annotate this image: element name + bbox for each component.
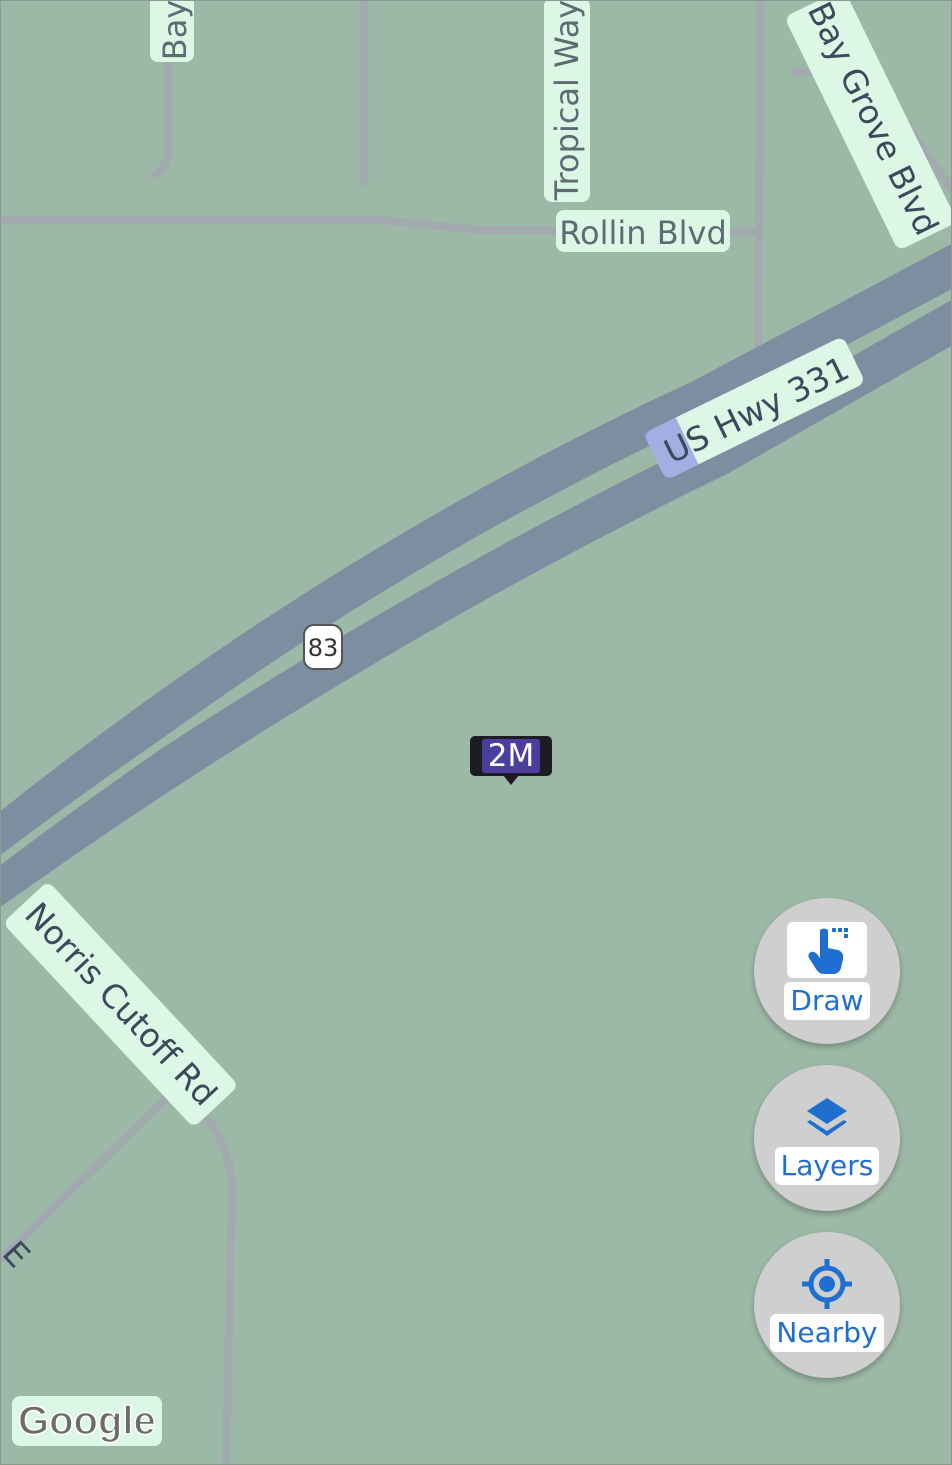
listing-marker[interactable]: 2M [470, 736, 552, 785]
layers-button-label: Layers [774, 1147, 880, 1185]
svg-text:E: E [0, 1233, 38, 1275]
google-logo: Google [12, 1396, 162, 1446]
street-label-edge: E [0, 1233, 38, 1275]
layers-icon [787, 1091, 867, 1143]
road-lower-vertical [186, 1096, 237, 1465]
draw-button[interactable]: Draw [754, 898, 900, 1044]
map-canvas[interactable]: Bay Tropical Way Bay Grove Blvd Rollin B… [0, 0, 952, 1465]
road-lower-diagonal [0, 1081, 184, 1264]
nearby-button-label: Nearby [770, 1314, 884, 1352]
route-shield-83: 83 [303, 624, 343, 670]
hand-pointer-icon [787, 922, 867, 978]
street-label-tropical-way: Tropical Way [544, 0, 590, 202]
location-target-icon [787, 1258, 867, 1310]
listing-marker-label: 2M [481, 739, 541, 773]
svg-text:Rollin Blvd: Rollin Blvd [559, 214, 727, 252]
listing-marker-pointer [503, 775, 519, 785]
svg-text:Norris Cutoff Rd: Norris Cutoff Rd [17, 895, 225, 1114]
layers-button[interactable]: Layers [754, 1065, 900, 1211]
street-label-bay-grove-blvd: Bay Grove Blvd [786, 0, 952, 249]
svg-text:83: 83 [308, 634, 339, 662]
svg-text:Bay Grove Blvd: Bay Grove Blvd [800, 0, 946, 241]
svg-text:Tropical Way: Tropical Way [548, 0, 586, 201]
draw-button-label: Draw [784, 982, 870, 1020]
street-label-bay: Bay [150, 0, 194, 62]
nearby-button[interactable]: Nearby [754, 1232, 900, 1378]
street-label-norris-cutoff-rd: Norris Cutoff Rd [5, 884, 236, 1125]
street-label-rollin-blvd: Rollin Blvd [556, 210, 730, 252]
svg-text:Bay: Bay [156, 0, 194, 60]
